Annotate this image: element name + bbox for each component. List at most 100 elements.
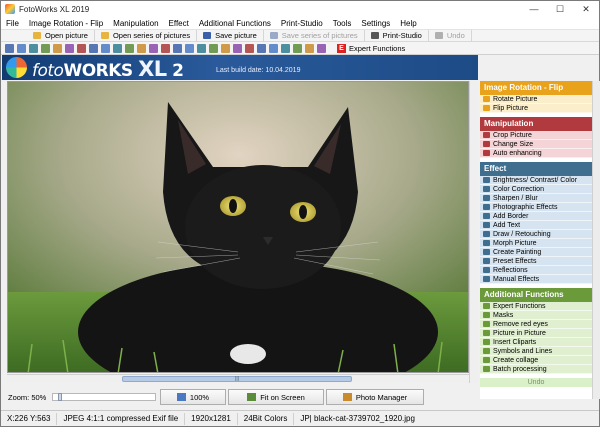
minimize-button[interactable]: — xyxy=(521,1,547,17)
sidebar-item[interactable]: Reflections xyxy=(480,266,592,275)
pencil-icon[interactable] xyxy=(125,43,134,53)
menu-print-studio[interactable]: Print-Studio xyxy=(276,19,328,28)
window-controls: — ☐ ✕ xyxy=(521,1,599,17)
fit-on-screen-button[interactable]: Fit on Screen xyxy=(228,389,324,405)
toolbar-button-4[interactable]: Print-Studio xyxy=(365,29,429,42)
sidebar-item-icon xyxy=(483,321,490,327)
grid-icon[interactable] xyxy=(149,43,158,53)
menu-settings[interactable]: Settings xyxy=(356,19,395,28)
sidebar-item-icon xyxy=(483,177,490,183)
crop-icon[interactable] xyxy=(89,43,98,53)
menu-effect[interactable]: Effect xyxy=(164,19,194,28)
menu-additional-functions[interactable]: Additional Functions xyxy=(194,19,276,28)
sidebar-item-icon xyxy=(483,195,490,201)
sidebar-item[interactable]: Rotate Picture xyxy=(480,95,592,104)
toolbar-button-2[interactable]: Save picture xyxy=(197,29,264,42)
menu-tools[interactable]: Tools xyxy=(328,19,357,28)
mask-icon[interactable] xyxy=(197,43,206,53)
sidebar-item[interactable]: Draw / Retouching xyxy=(480,230,592,239)
image-icon[interactable] xyxy=(233,43,242,53)
canvas-horizontal-scrollbar[interactable]: ||| xyxy=(7,374,469,383)
sidebar-section-title[interactable]: Effect xyxy=(480,162,592,176)
wand-icon[interactable] xyxy=(113,43,122,53)
horizontal-scroll-thumb[interactable]: ||| xyxy=(122,376,352,382)
menu-file[interactable]: File xyxy=(1,19,24,28)
menu-image-rotation[interactable]: Image Rotation - Flip xyxy=(24,19,108,28)
sidebar-item[interactable]: Change Size xyxy=(480,140,592,149)
resize-icon[interactable] xyxy=(101,43,110,53)
rotate-left-icon[interactable] xyxy=(17,43,26,53)
sidebar-item[interactable]: Remove red eyes xyxy=(480,320,592,329)
toolbar-button-label: Print-Studio xyxy=(382,31,422,40)
sidebar-item-icon xyxy=(483,366,490,372)
image-canvas[interactable] xyxy=(7,81,469,373)
sidebar-item[interactable]: Symbols and Lines xyxy=(480,347,592,356)
morph-icon[interactable] xyxy=(221,43,230,53)
flip-icon[interactable] xyxy=(77,43,86,53)
sidebar-item[interactable]: Create Painting xyxy=(480,248,592,257)
menu-help[interactable]: Help xyxy=(395,19,421,28)
expert-functions-button[interactable]: E Expert Functions xyxy=(337,43,405,53)
draw-icon[interactable] xyxy=(209,43,218,53)
sidebar-item[interactable]: Expert Functions xyxy=(480,302,592,311)
help-icon[interactable] xyxy=(317,43,326,53)
sidebar-item[interactable]: Sharpen / Blur xyxy=(480,194,592,203)
photo-manager-button[interactable]: Photo Manager xyxy=(326,389,424,405)
save-series-icon xyxy=(269,32,278,39)
toolbar-button-3[interactable]: Save series of pictures xyxy=(264,29,365,42)
sidebar-item-icon xyxy=(483,150,490,156)
sidebar-section-title[interactable]: Manipulation xyxy=(480,117,592,131)
sidebar-scrollbar[interactable] xyxy=(592,81,600,399)
flip-icon[interactable] xyxy=(65,43,74,53)
sidebar-item-label: Expert Functions xyxy=(493,302,546,310)
canvas-vertical-scrollbar[interactable] xyxy=(469,81,478,383)
border-icon[interactable] xyxy=(161,43,170,53)
brush-icon[interactable] xyxy=(137,43,146,53)
sidebar-item[interactable]: Photographic Effects xyxy=(480,203,592,212)
sidebar-item-icon xyxy=(483,303,490,309)
sidebar-item[interactable]: Create collage xyxy=(480,356,592,365)
menu-manipulation[interactable]: Manipulation xyxy=(108,19,163,28)
sidebar-item[interactable]: Add Text xyxy=(480,221,592,230)
zoom-slider[interactable] xyxy=(52,393,156,401)
sidebar-item[interactable]: Preset Effects xyxy=(480,257,592,266)
sidebar-item[interactable]: Flip Picture xyxy=(480,104,592,113)
sidebar-item[interactable]: Auto enhancing xyxy=(480,149,592,158)
sidebar-item[interactable]: Add Border xyxy=(480,212,592,221)
sidebar-item[interactable]: Morph Picture xyxy=(480,239,592,248)
sidebar-item[interactable]: Brightness/ Contrast/ Color xyxy=(480,176,592,185)
sidebar-item[interactable]: Batch processing xyxy=(480,365,592,374)
rotate-icon[interactable] xyxy=(53,43,62,53)
sidebar-item[interactable]: Insert Cliparts xyxy=(480,338,592,347)
text-icon[interactable] xyxy=(173,43,182,53)
zoom-100-button[interactable]: 100% xyxy=(160,389,226,405)
sidebar-item[interactable]: Color Correction xyxy=(480,185,592,194)
close-button[interactable]: ✕ xyxy=(573,1,599,17)
save-icon[interactable] xyxy=(5,43,14,53)
eye-icon[interactable] xyxy=(269,43,278,53)
photo-manager-label: Photo Manager xyxy=(355,392,408,402)
toolbar-button-0[interactable]: Open picture xyxy=(27,29,95,42)
sidebar-undo-button[interactable]: Undo xyxy=(480,378,592,387)
layers-icon[interactable] xyxy=(257,43,266,53)
gear-icon[interactable] xyxy=(293,43,302,53)
rotate-icon[interactable] xyxy=(41,43,50,53)
toolbar-button-5[interactable]: Undo xyxy=(429,29,472,42)
zoom-slider-knob[interactable] xyxy=(58,393,63,401)
zoom-bar: Zoom: 50% 100% Fit on Screen Photo Manag… xyxy=(2,385,478,409)
maximize-button[interactable]: ☐ xyxy=(547,1,573,17)
sidebar-item[interactable]: Crop Picture xyxy=(480,131,592,140)
image-icon[interactable] xyxy=(281,43,290,53)
toolbar-button-1[interactable]: Open series of pictures xyxy=(95,29,198,42)
text-icon[interactable] xyxy=(185,43,194,53)
sidebar-item[interactable]: Masks xyxy=(480,311,592,320)
sidebar-item[interactable]: Manual Effects xyxy=(480,275,592,284)
sidebar-item-label: Change Size xyxy=(493,140,534,148)
window-title: FotoWorks XL 2019 xyxy=(19,4,90,14)
sidebar-section-title[interactable]: Additional Functions xyxy=(480,288,592,302)
tools-icon[interactable] xyxy=(305,43,314,53)
collage-icon[interactable] xyxy=(245,43,254,53)
sidebar-item[interactable]: Picture in Picture xyxy=(480,329,592,338)
rotate-right-icon[interactable] xyxy=(29,43,38,53)
sidebar-section-title[interactable]: Image Rotation - Flip xyxy=(480,81,592,95)
